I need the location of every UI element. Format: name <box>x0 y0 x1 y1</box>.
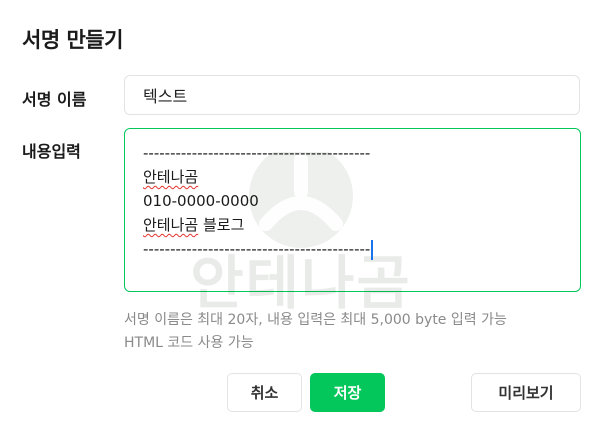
content-line-separator-bottom: ----------------------------------------… <box>143 240 371 258</box>
signature-name-input[interactable] <box>124 75 580 115</box>
help-line-html: HTML 코드 사용 가능 <box>124 335 254 351</box>
content-textarea[interactable]: ----------------------------------------… <box>124 128 581 292</box>
help-text: 서명 이름은 최대 20자, 내용 입력은 최대 5,000 byte 입력 가… <box>124 309 507 355</box>
save-button[interactable]: 저장 <box>310 373 385 412</box>
cancel-button[interactable]: 취소 <box>227 373 302 412</box>
text-caret <box>371 239 374 260</box>
content-line-separator-top: ----------------------------------------… <box>143 144 371 162</box>
help-line-limits: 서명 이름은 최대 20자, 내용 입력은 최대 5,000 byte 입력 가… <box>124 312 507 328</box>
signature-dialog: 서명 만들기 서명 이름 내용입력 ----------------------… <box>0 0 600 441</box>
content-line-brand: 안테나곰 <box>143 168 199 186</box>
content-line-phone: 010-0000-0000 <box>143 192 259 210</box>
signature-name-label: 서명 이름 <box>22 90 87 109</box>
preview-button[interactable]: 미리보기 <box>471 373 581 412</box>
content-line-blog: 안테나곰 블로그 <box>143 213 373 237</box>
content-line-blog-brand: 안테나곰 <box>143 216 199 234</box>
content-label: 내용입력 <box>22 142 81 161</box>
content-line-blog-rest: 블로그 <box>198 216 245 234</box>
dialog-title: 서명 만들기 <box>22 28 123 52</box>
content-text: ----------------------------------------… <box>143 141 374 261</box>
